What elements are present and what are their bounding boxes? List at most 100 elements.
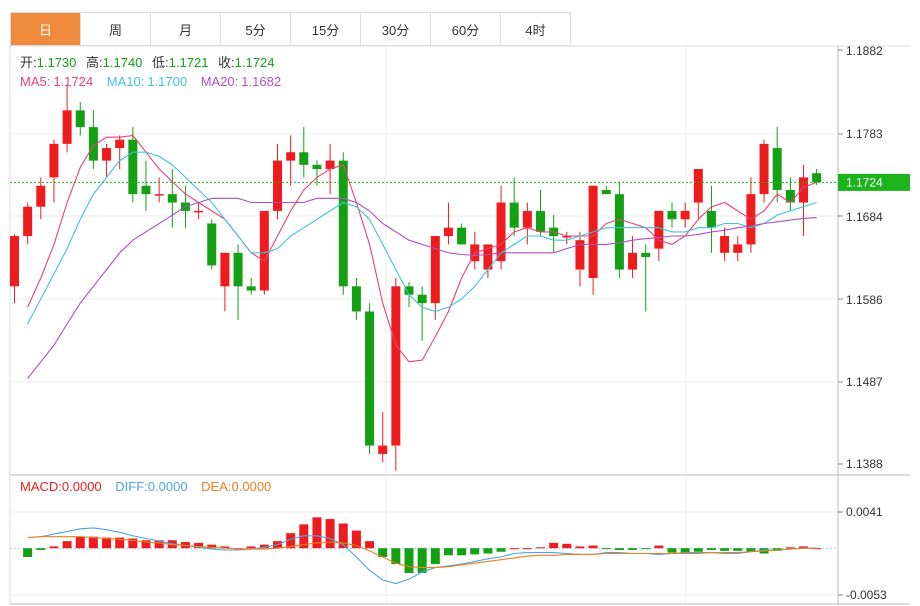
ohlc-info: 开:1.1730 高:1.1740 低:1.1721 收:1.1724 xyxy=(20,55,274,70)
diff-value: 0.0000 xyxy=(148,479,188,494)
candle-body xyxy=(706,210,716,228)
macd-bar xyxy=(430,548,440,565)
macd-bar xyxy=(483,548,493,554)
macd-value: 0.0000 xyxy=(62,479,102,494)
high-label: 高: xyxy=(86,55,103,70)
macd-bar xyxy=(654,545,664,549)
candle-body xyxy=(141,185,151,195)
candle-body xyxy=(430,236,440,304)
candle-body xyxy=(75,110,85,128)
candle-body xyxy=(391,286,401,446)
chart-canvas[interactable]: 1.1882 1.1783 1.1684 1.1586 1.1487 1.138… xyxy=(0,0,920,606)
y-tick-label: 1.1882 xyxy=(846,44,883,58)
macd-bar xyxy=(365,541,375,549)
open-value: 1.1730 xyxy=(37,55,77,70)
candles xyxy=(10,85,822,471)
macd-bar xyxy=(706,548,716,550)
candle-body xyxy=(259,210,269,291)
macd-bar xyxy=(509,548,519,550)
ma20-label: MA20: xyxy=(201,74,239,89)
candle-body xyxy=(614,194,624,270)
candle-body xyxy=(417,294,427,304)
macd-bar xyxy=(720,548,730,551)
macd-bar xyxy=(536,547,545,549)
y-tick-label: 1.1586 xyxy=(846,293,883,307)
kline-chart: 日 周 月 5分 15分 30分 60分 4时 1.1882 1.1783 1.… xyxy=(0,0,920,606)
macd-bar xyxy=(470,548,480,555)
candle-body xyxy=(273,160,282,211)
macd-info: MACD:0.0000 DIFF:0.0000 DEA:0.0000 xyxy=(20,479,271,494)
candle-body xyxy=(154,194,164,196)
candle-body xyxy=(772,148,782,190)
macd-bar xyxy=(562,543,572,549)
macd-bar xyxy=(575,546,585,549)
candle-body xyxy=(23,206,33,237)
candle-body xyxy=(628,252,638,270)
candle-body xyxy=(351,286,361,312)
candle-body xyxy=(62,110,72,144)
dea-value: 0.0000 xyxy=(232,479,272,494)
candle-body xyxy=(443,227,453,237)
macd-bar xyxy=(496,548,506,552)
macd-bar xyxy=(75,536,85,549)
candle-body xyxy=(654,210,664,249)
candle-body xyxy=(338,160,348,287)
macd-bar xyxy=(404,548,414,573)
candle-body xyxy=(246,286,256,291)
macd-tick-label: -0.0053 xyxy=(846,588,887,602)
candle-body xyxy=(733,244,743,253)
macd-axis: 0.0041 -0.0053 xyxy=(838,505,887,602)
ma20-value: 1.1682 xyxy=(241,74,281,89)
candle-body xyxy=(378,445,388,454)
macd-bar xyxy=(680,548,690,553)
ma5-label: MA5: xyxy=(20,74,50,89)
candle-body xyxy=(522,210,532,228)
macd-bar xyxy=(628,548,638,550)
macd-bar xyxy=(693,548,703,552)
candle-body xyxy=(207,223,217,266)
macd-bar xyxy=(417,548,427,573)
candle-body xyxy=(115,139,125,149)
candle-body xyxy=(680,210,690,220)
y-tick-label: 1.1487 xyxy=(846,375,883,389)
candle-body xyxy=(36,185,46,207)
high-value: 1.1740 xyxy=(103,55,143,70)
candle-body xyxy=(167,194,177,203)
candle-body xyxy=(667,210,677,220)
grid xyxy=(9,45,910,605)
macd-bar xyxy=(457,548,467,556)
ma-info: MA5: 1.1724 MA10: 1.1700 MA20: 1.1682 xyxy=(20,74,281,89)
macd-bar xyxy=(601,548,611,550)
candle-body xyxy=(194,210,204,213)
macd-bar xyxy=(549,542,559,549)
candle-body xyxy=(799,177,808,203)
macd-bar xyxy=(443,548,453,556)
macd-label: MACD: xyxy=(20,479,62,494)
macd-bar xyxy=(325,519,335,549)
candle-body xyxy=(457,227,467,245)
candle-body xyxy=(233,252,243,287)
ma10-value: 1.1700 xyxy=(147,74,187,89)
candle-body xyxy=(509,202,519,228)
macd-bar xyxy=(62,541,72,549)
dea-label: DEA: xyxy=(201,479,231,494)
candle-body xyxy=(720,236,730,253)
macd-bar xyxy=(246,546,256,549)
close-label: 收: xyxy=(218,55,235,70)
candle-body xyxy=(128,139,138,195)
y-tick-label: 1.1783 xyxy=(846,127,883,141)
macd-bar xyxy=(23,548,33,558)
macd-panel xyxy=(10,517,838,585)
candle-body xyxy=(312,164,322,170)
macd-bar xyxy=(641,548,651,550)
candle-body xyxy=(102,148,112,161)
macd-bar xyxy=(785,547,795,549)
ma10-label: MA10: xyxy=(107,74,145,89)
current-price-value: 1.1724 xyxy=(846,175,883,189)
candle-body xyxy=(536,210,545,232)
low-label: 低: xyxy=(152,55,169,70)
price-axis: 1.1882 1.1783 1.1684 1.1586 1.1487 1.138… xyxy=(838,44,883,471)
macd-bar xyxy=(36,548,46,550)
macd-bar xyxy=(49,546,59,549)
macd-bar xyxy=(588,545,598,549)
